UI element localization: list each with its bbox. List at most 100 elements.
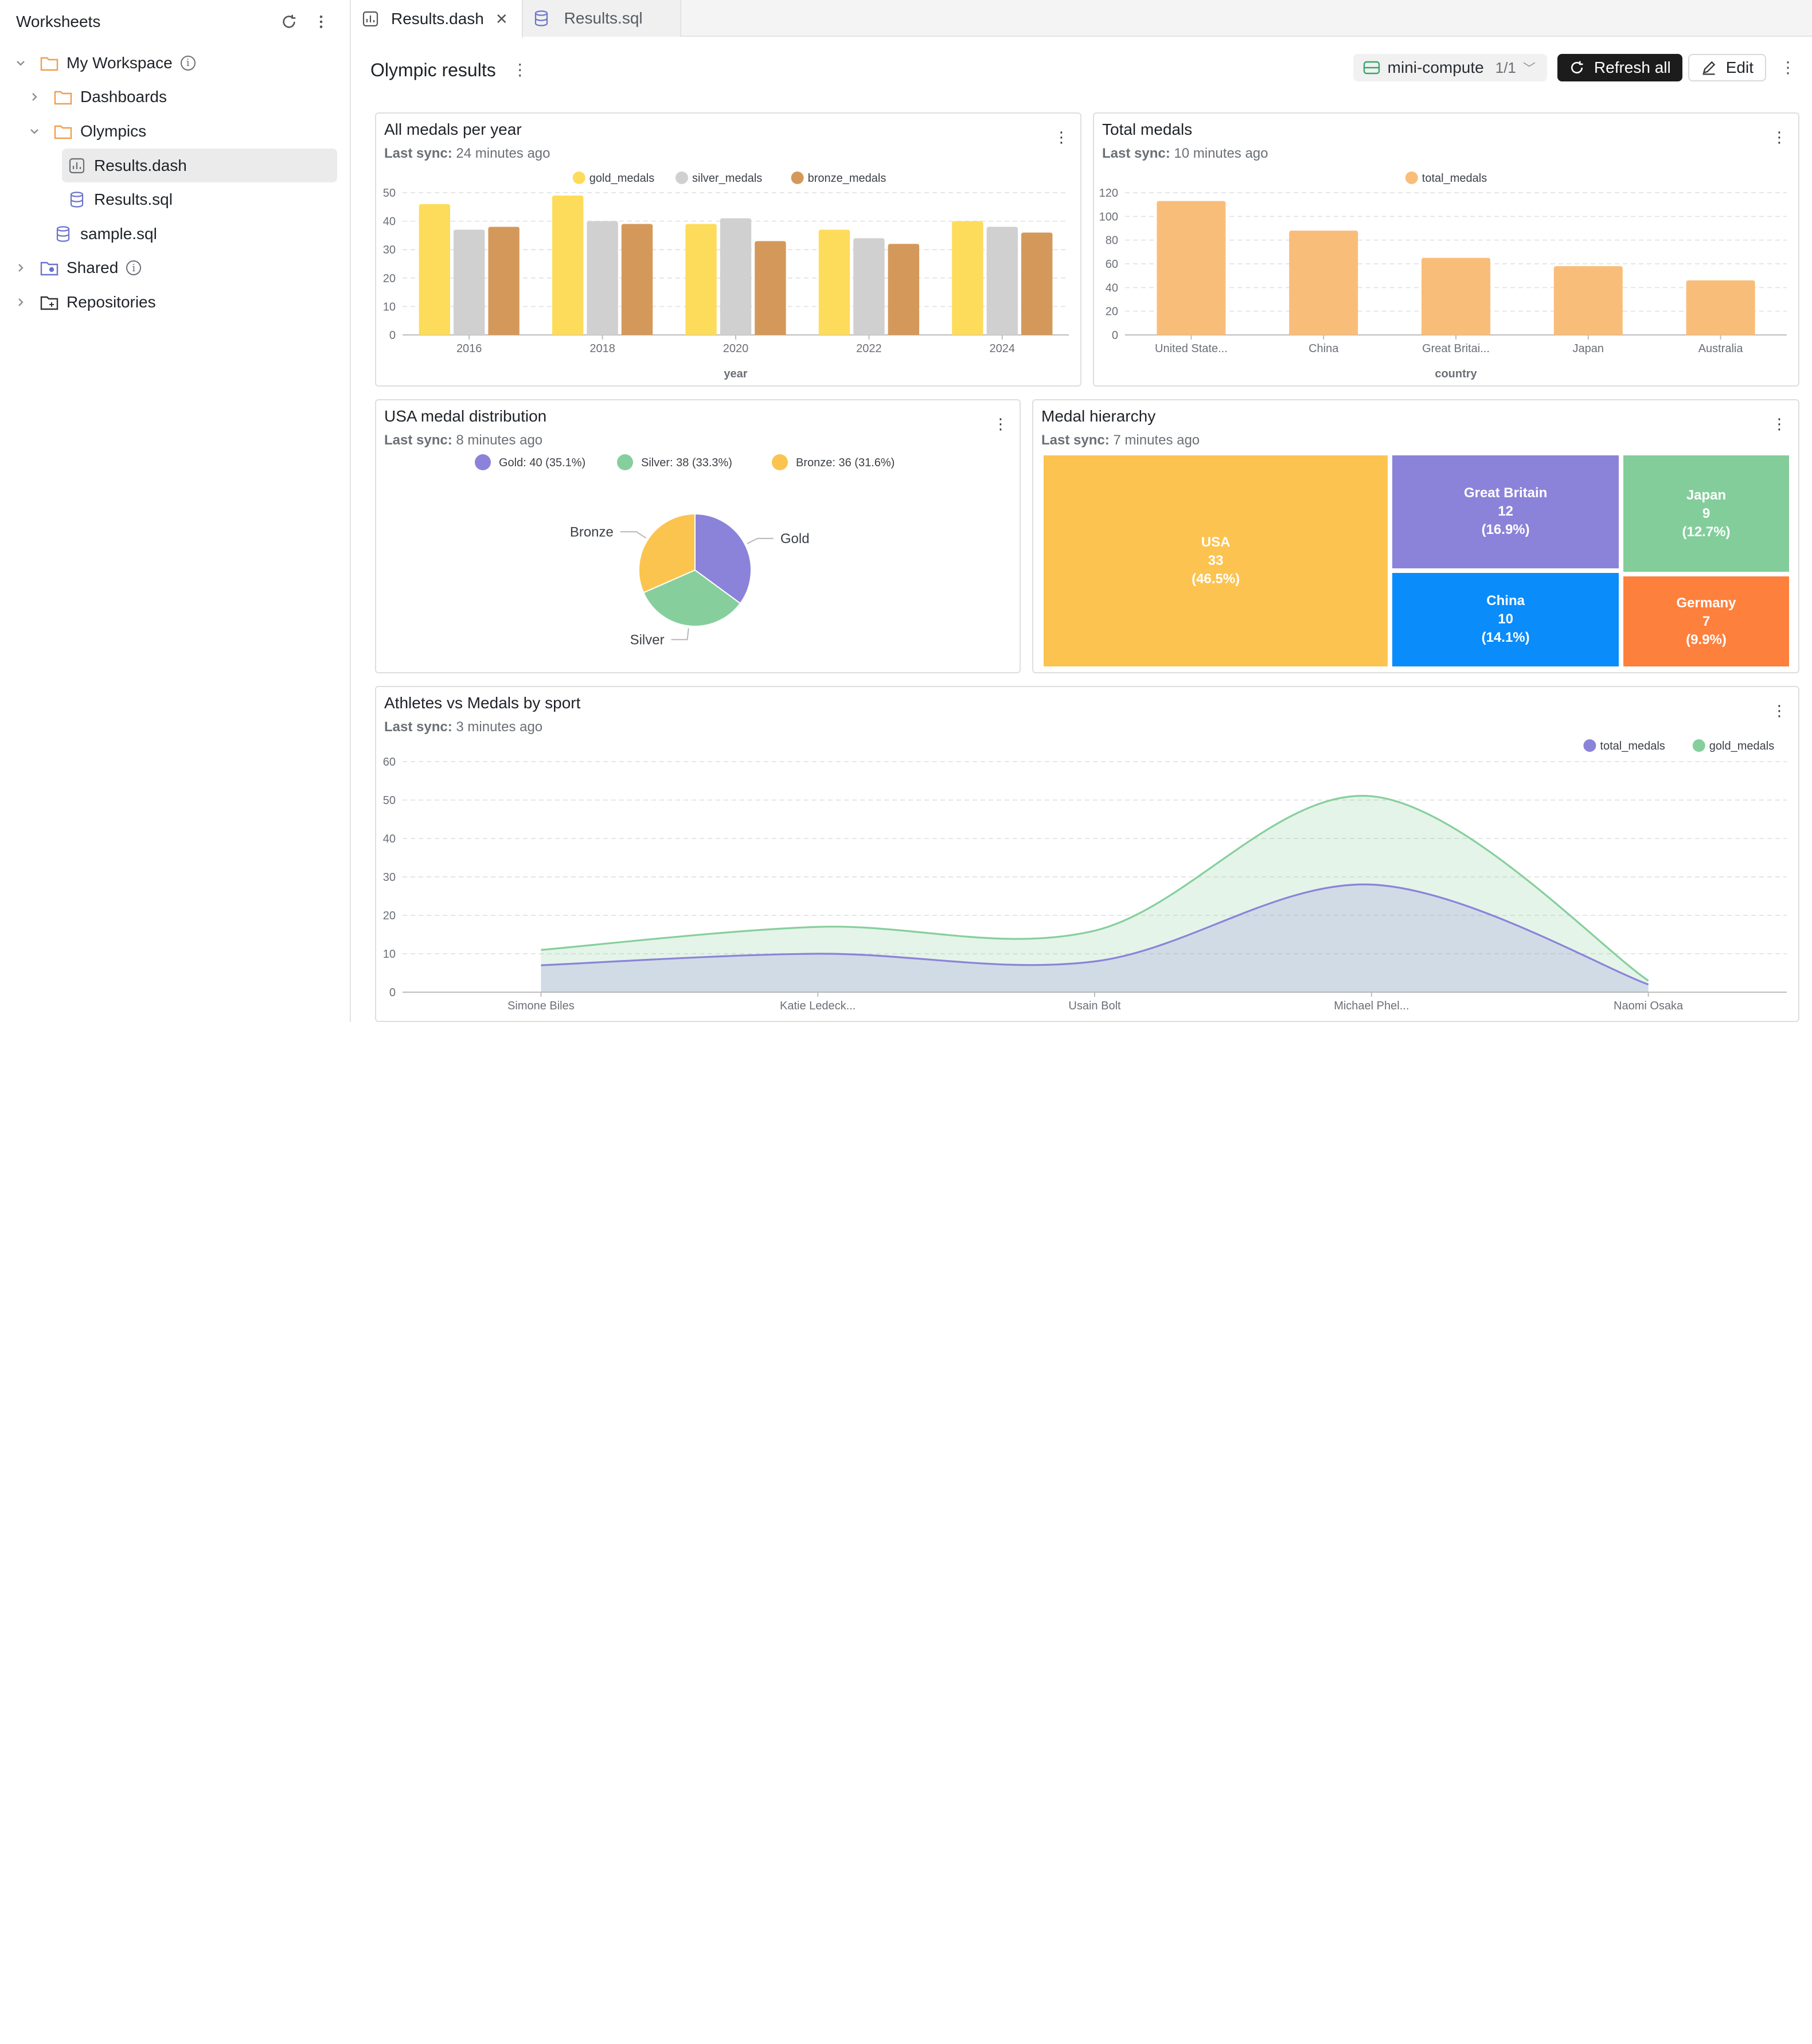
y-tick-label: 10 — [383, 948, 396, 961]
tree-item-label: My Workspace — [67, 53, 173, 72]
chevron-right-icon[interactable] — [28, 90, 41, 104]
tree-item-shared[interactable]: Shared i — [0, 251, 350, 286]
treemap-cell-value: 12 — [1498, 504, 1513, 520]
bar — [853, 238, 885, 335]
close-icon[interactable]: ✕ — [495, 10, 508, 28]
treemap-cell: Germany 7 (9.9%) — [1623, 576, 1789, 666]
legend-label: gold_medals — [589, 172, 654, 185]
pie-slice-label: Bronze — [570, 524, 614, 540]
bar — [1021, 232, 1053, 335]
tree-item-olympics[interactable]: Olympics — [0, 114, 350, 149]
pie-leader-line — [671, 628, 689, 641]
card-total-medals: Total medals Last sync: 10 minutes ago ⋮… — [1093, 112, 1799, 387]
x-tick-label: Australia — [1698, 342, 1744, 355]
legend-label: gold_medals — [1709, 740, 1774, 752]
chevron-down-icon[interactable] — [28, 124, 41, 138]
tree-item-results-dash[interactable]: Results.dash — [62, 148, 337, 183]
treemap-cell-value: 9 — [1702, 505, 1711, 521]
treemap-cell-percent: (46.5%) — [1192, 571, 1240, 587]
bar — [755, 241, 786, 335]
tree-item-results-sql[interactable]: Results.sql — [0, 182, 350, 217]
treemap-cell-name: USA — [1201, 535, 1231, 550]
bar — [986, 227, 1018, 335]
treemap-cell-value: 10 — [1498, 611, 1513, 627]
x-tick-label: Japan — [1573, 342, 1604, 355]
treemap-cell: USA 33 (46.5%) — [1044, 455, 1388, 666]
treemap-cell-percent: (16.9%) — [1481, 522, 1530, 538]
edit-button[interactable]: Edit — [1688, 54, 1766, 81]
card-usa-distribution: USA medal distribution Last sync: 8 minu… — [375, 399, 1021, 673]
pie-leader-line — [620, 531, 647, 539]
legend-label: Gold: 40 (35.1%) — [499, 457, 585, 469]
treemap-cell-name: Great Britain — [1463, 485, 1548, 501]
tree-item-repositories[interactable]: Repositories — [0, 285, 350, 319]
y-tick-label: 80 — [1106, 235, 1118, 247]
tree-item-dashboards[interactable]: Dashboards — [0, 80, 350, 115]
legend-label: total_medals — [1422, 172, 1487, 185]
sidebar-title: Worksheets — [16, 13, 101, 30]
legend-swatch — [572, 171, 585, 184]
bar-chart-medals-per-year: 0 10 20 30 40 50 2016 2018 2020 2022 2024 year gold_… — [383, 171, 1069, 380]
pie-leader-line — [747, 537, 774, 544]
refresh-all-button[interactable]: Refresh all — [1557, 54, 1682, 81]
chevron-down-icon[interactable] — [14, 56, 28, 70]
chevron-right-icon[interactable] — [14, 295, 28, 309]
y-tick-label: 10 — [383, 301, 396, 313]
x-tick-label: 2016 — [456, 342, 482, 355]
treemap-cell-percent: (9.9%) — [1686, 631, 1727, 647]
x-tick-label: China — [1309, 342, 1339, 355]
edit-label: Edit — [1725, 58, 1754, 76]
tree-item-label: Olympics — [80, 122, 147, 140]
legend-swatch — [617, 454, 633, 470]
y-tick-label: 40 — [383, 216, 396, 228]
treemap-cell-percent: (12.7%) — [1682, 524, 1731, 540]
info-icon[interactable]: i — [126, 260, 142, 276]
tab-results-dash[interactable]: Results.dash ✕ — [352, 0, 523, 38]
folder-icon — [53, 88, 73, 106]
tree-item-label: sample.sql — [80, 224, 157, 243]
tree-item-label: Results.dash — [94, 156, 187, 174]
x-tick-label: Usain Bolt — [1068, 1000, 1121, 1012]
refresh-icon[interactable] — [276, 9, 302, 34]
tab-results-sql[interactable]: Results.sql — [522, 0, 681, 37]
chevron-right-icon[interactable] — [14, 261, 28, 275]
y-tick-label: 0 — [389, 329, 396, 342]
tree-item-sample-sql[interactable]: sample.sql — [0, 217, 350, 251]
card-more-icon[interactable]: ⋮ — [1772, 416, 1787, 431]
sync-label: Last sync: — [1041, 432, 1110, 448]
y-tick-label: 40 — [383, 833, 396, 845]
bar — [888, 244, 920, 335]
shared-folder-icon — [39, 259, 60, 277]
sidebar-more-icon[interactable] — [308, 9, 334, 34]
bar — [419, 204, 450, 335]
header-actions: mini-compute 1/1 ﹀ Refresh all Edit ⋮ — [1353, 54, 1796, 81]
tab-label: Results.dash — [391, 10, 484, 28]
database-icon — [67, 190, 87, 209]
x-tick-label: Katie Ledeck... — [780, 1000, 856, 1012]
more-icon[interactable]: ⋮ — [1780, 60, 1796, 76]
y-tick-label: 50 — [383, 187, 396, 200]
y-tick-label: 20 — [383, 910, 396, 922]
bar — [720, 218, 752, 335]
info-icon[interactable]: i — [180, 55, 196, 71]
bar — [685, 224, 717, 335]
tree-item-my-workspace[interactable]: My Workspace i — [0, 46, 350, 80]
legend-swatch — [1692, 739, 1705, 752]
treemap-cell-value: 33 — [1208, 553, 1224, 568]
bar — [621, 224, 653, 335]
compute-selector[interactable]: mini-compute 1/1 ﹀ — [1353, 54, 1547, 81]
more-icon[interactable]: ⋮ — [512, 62, 528, 78]
card-medal-hierarchy: Medal hierarchy Last sync: 7 minutes ago… — [1032, 399, 1799, 673]
bar — [552, 195, 584, 335]
legend-swatch — [475, 454, 491, 470]
bar — [818, 229, 850, 335]
treemap-cell-name: Germany — [1676, 595, 1736, 611]
sidebar: Worksheets My Workspace i Dashboards Oly… — [0, 0, 351, 1022]
bar — [952, 221, 983, 335]
card-medals-per-year: All medals per year Last sync: 24 minute… — [375, 112, 1081, 387]
y-tick-label: 30 — [383, 871, 396, 884]
tree-item-label: Dashboards — [80, 88, 167, 106]
legend-label: bronze_medals — [808, 172, 887, 185]
bar — [1421, 258, 1491, 335]
y-tick-label: 40 — [1106, 282, 1118, 294]
